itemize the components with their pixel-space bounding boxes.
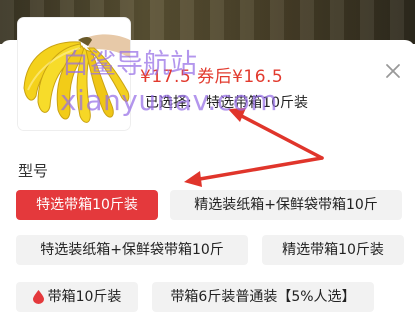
close-icon — [386, 64, 400, 78]
option-label: 带箱6斤装普通装【5%人选】 — [170, 289, 356, 305]
option-label: 特选装纸箱+保鲜袋带箱10斤 — [40, 242, 224, 258]
selected-summary: 已选择: 特选带箱10斤装 — [145, 92, 318, 112]
option-chip[interactable]: 精选带箱10斤装 — [262, 235, 404, 265]
option-chip[interactable]: 特选装纸箱+保鲜袋带箱10斤 — [16, 235, 248, 265]
red-drop-icon — [32, 290, 44, 304]
option-chip[interactable]: 特选带箱10斤装 — [16, 190, 158, 220]
option-chip[interactable]: 带箱10斤装 — [16, 282, 138, 312]
banana-image — [18, 18, 130, 130]
product-thumbnail — [18, 18, 130, 130]
close-button[interactable] — [380, 58, 406, 84]
price-value: ¥17.5 — [140, 67, 192, 87]
coupon-price: 券后¥16.5 — [197, 67, 284, 87]
price-display: ¥17.5 券后¥16.5 — [140, 62, 283, 87]
option-label: 精选装纸箱+保鲜袋带箱10斤 — [194, 197, 378, 213]
option-chip[interactable]: 精选装纸箱+保鲜袋带箱10斤 — [170, 190, 402, 220]
option-label: 特选带箱10斤装 — [36, 197, 138, 213]
option-label: 精选带箱10斤装 — [282, 242, 384, 258]
section-label-model: 型号 — [18, 162, 49, 180]
selected-label: 已选择: — [145, 95, 192, 111]
option-chip[interactable]: 带箱6斤装普通装【5%人选】 — [152, 282, 374, 312]
selected-value: 特选带箱10斤装 — [206, 95, 308, 111]
option-label: 带箱10斤装 — [47, 289, 122, 305]
